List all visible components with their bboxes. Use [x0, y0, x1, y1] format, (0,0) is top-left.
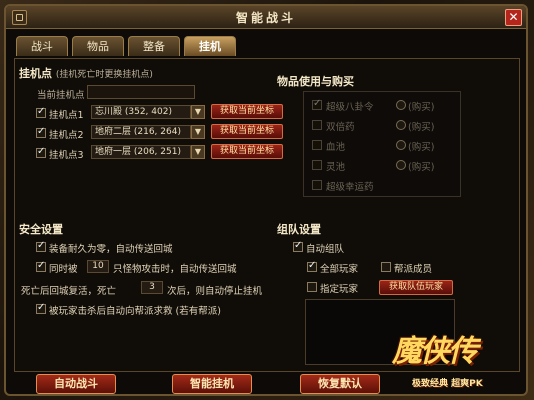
tab-items[interactable]: 物品: [72, 36, 124, 56]
current-point-field: [87, 85, 195, 99]
safety-opt2-checkbox[interactable]: [36, 260, 46, 272]
safety-opt3-prefix: 死亡后回城复活，死亡: [21, 286, 117, 297]
all-players-label: 全部玩家: [320, 264, 359, 275]
item-2-checkbox[interactable]: [312, 120, 322, 130]
item-3-checkbox[interactable]: [312, 140, 322, 150]
current-point-label: 当前挂机点: [37, 90, 85, 101]
afk-point-3-label: 挂机点3: [49, 150, 84, 161]
logo-tagline: 极致经典 超爽PK: [412, 379, 483, 389]
afk-point-2-label: 挂机点2: [49, 130, 84, 141]
item-1-label: 超级八卦令: [326, 102, 374, 113]
safety-opt3-suffix: 次后，则自动停止挂机: [167, 286, 263, 297]
title-bar: 智能战斗 ✕: [6, 6, 526, 29]
get-coords-button-2[interactable]: 获取当前坐标: [211, 124, 283, 139]
chevron-down-icon[interactable]: ▼: [191, 125, 205, 139]
afk-point-2-select[interactable]: 地府二层 (216, 264): [91, 125, 191, 139]
close-icon[interactable]: ✕: [505, 9, 522, 26]
item-4-buy-radio[interactable]: [396, 160, 406, 170]
afk-settings-panel: 挂机点 (挂机死亡时更换挂机点) 当前挂机点 挂机点1 忘川殿 (352, 40…: [14, 58, 520, 372]
get-team-players-button[interactable]: 获取队伍玩家: [379, 280, 453, 295]
safety-section-title: 安全设置: [19, 223, 63, 236]
safety-opt4-label: 被玩家击杀后自动向帮派求救 (若有帮派): [49, 306, 221, 317]
afk-point-2-checkbox[interactable]: [36, 126, 46, 138]
chevron-down-icon[interactable]: ▼: [191, 105, 205, 119]
item-3-buy-label: (购买): [408, 142, 435, 153]
item-4-buy-label: (购买): [408, 162, 435, 173]
afk-title: 挂机点: [19, 67, 52, 80]
logo-title: 魔侠传: [392, 334, 478, 369]
item-1-checkbox[interactable]: [312, 98, 322, 110]
specified-players-checkbox[interactable]: [307, 282, 317, 292]
get-coords-button-3[interactable]: 获取当前坐标: [211, 144, 283, 159]
item-1-buy-radio[interactable]: [396, 100, 406, 110]
tab-battle[interactable]: 战斗: [16, 36, 68, 56]
items-buy-title: 物品使用与购买: [277, 75, 354, 88]
safety-opt4-checkbox[interactable]: [36, 302, 46, 314]
tab-prepare[interactable]: 整备: [128, 36, 180, 56]
item-4-checkbox[interactable]: [312, 160, 322, 170]
afk-point-1-checkbox[interactable]: [36, 106, 46, 118]
all-players-checkbox[interactable]: [307, 260, 317, 272]
monster-count-input[interactable]: 10: [87, 260, 109, 273]
window-title: 智能战斗: [235, 11, 296, 25]
item-2-buy-label: (购买): [408, 122, 435, 133]
auto-battle-button[interactable]: 自动战斗: [36, 374, 116, 394]
afk-subtitle: (挂机死亡时更换挂机点): [55, 70, 153, 80]
afk-point-1-select[interactable]: 忘川殿 (352, 402): [91, 105, 191, 119]
item-2-label: 双倍药: [326, 122, 355, 133]
safety-opt2-prefix: 同时被: [49, 264, 78, 275]
guild-members-checkbox[interactable]: [381, 262, 391, 272]
guild-members-label: 帮派成员: [394, 264, 433, 275]
afk-point-3-select[interactable]: 地府一层 (206, 251): [91, 145, 191, 159]
safety-opt1-label: 装备耐久为零，自动传送回城: [49, 244, 173, 255]
get-coords-button-1[interactable]: 获取当前坐标: [211, 104, 283, 119]
afk-point-1-label: 挂机点1: [49, 110, 84, 121]
auto-team-checkbox[interactable]: [293, 240, 303, 252]
smart-afk-button[interactable]: 智能挂机: [172, 374, 252, 394]
safety-opt2-suffix: 只怪物攻击时，自动传送回城: [113, 264, 237, 275]
items-buy-group: 超级八卦令 (购买) 双倍药 (购买) 血池 (购买) 灵池 (购买) 超级幸运…: [303, 91, 461, 197]
item-5-checkbox[interactable]: [312, 180, 322, 190]
game-logo: 魔侠传 极致经典 超爽PK: [392, 326, 532, 396]
afk-point-3-checkbox[interactable]: [36, 146, 46, 158]
death-count-input[interactable]: 3: [141, 281, 163, 294]
item-5-label: 超级幸运药: [326, 182, 374, 193]
afk-section-title: 挂机点 (挂机死亡时更换挂机点): [19, 65, 153, 81]
chevron-down-icon[interactable]: ▼: [191, 145, 205, 159]
item-3-label: 血池: [326, 142, 346, 153]
auto-team-label: 自动组队: [306, 244, 345, 255]
safety-opt1-checkbox[interactable]: [36, 240, 46, 252]
tab-afk[interactable]: 挂机: [184, 36, 236, 56]
item-4-label: 灵池: [326, 162, 346, 173]
specified-players-label: 指定玩家: [320, 284, 359, 295]
item-2-buy-radio[interactable]: [396, 120, 406, 130]
team-section-title: 组队设置: [277, 223, 321, 236]
restore-default-button[interactable]: 恢复默认: [300, 374, 380, 394]
item-3-buy-radio[interactable]: [396, 140, 406, 150]
item-1-buy-label: (购买): [408, 102, 435, 113]
